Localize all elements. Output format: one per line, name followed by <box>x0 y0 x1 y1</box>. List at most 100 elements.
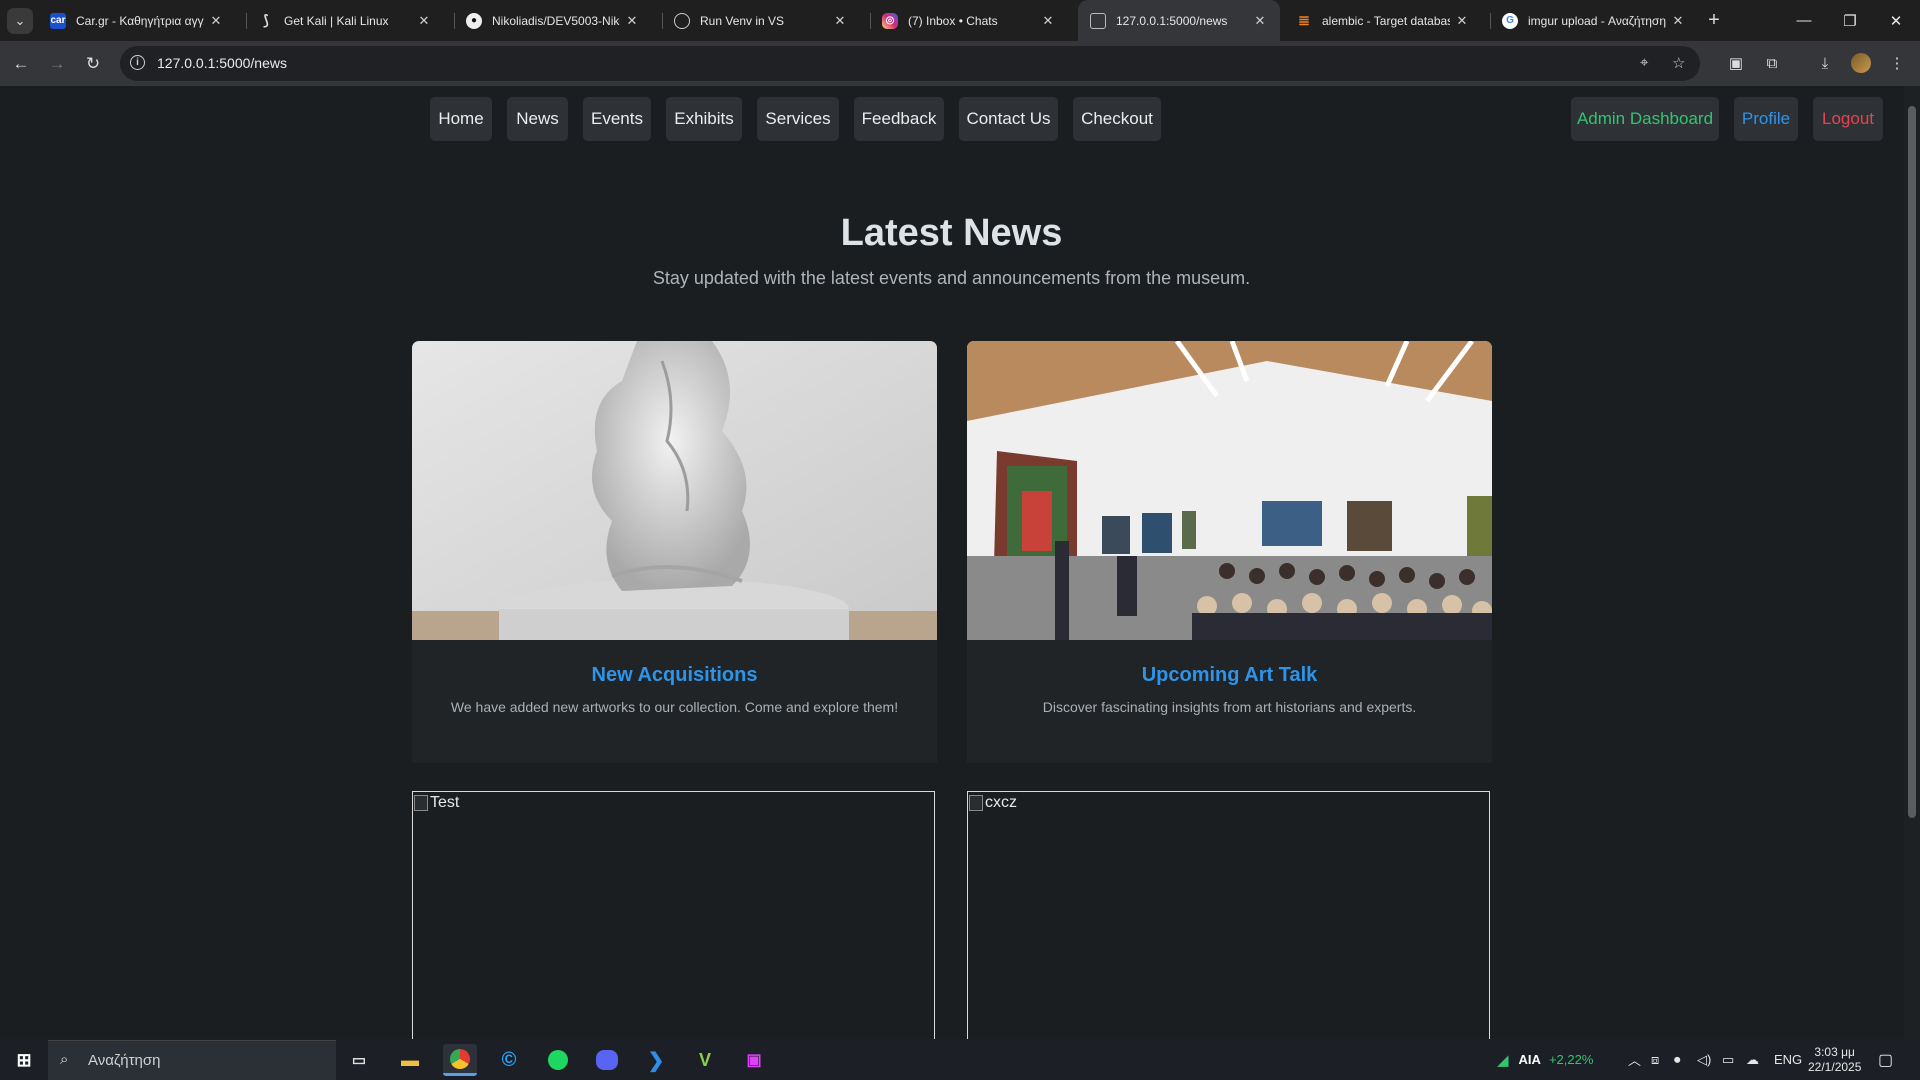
file-explorer-icon[interactable]: ▬ <box>393 1044 427 1076</box>
browser-tab[interactable]: Run Venv in VS ✕ <box>662 0 860 41</box>
stock-trend-icon: ◢ <box>1497 1051 1509 1069</box>
camera-icon: ⧈ <box>1651 1051 1660 1067</box>
network-icon[interactable]: ▭ <box>1722 1039 1734 1080</box>
browser-tab[interactable]: ⟆ Get Kali | Kali Linux ✕ <box>246 0 444 41</box>
search-icon: ⌕ <box>60 1051 69 1068</box>
minimize-button[interactable]: — <box>1781 0 1827 41</box>
nav-link-news[interactable]: News <box>507 97 568 141</box>
nav-link-exhibits[interactable]: Exhibits <box>666 97 742 141</box>
browser-tab[interactable]: ≣ alembic - Target database ✕ <box>1284 0 1482 41</box>
image-alt-text: Test <box>430 794 460 811</box>
arrow-right-icon: → <box>48 54 66 73</box>
stock-widget[interactable]: ◢ AIA +2,22% <box>1497 1039 1593 1080</box>
browser-tab[interactable]: ◎ (7) Inbox • Chats ✕ <box>870 0 1068 41</box>
visual-paradigm-icon[interactable]: V <box>688 1044 722 1076</box>
bookmark-star-icon[interactable]: ☆ <box>1672 54 1685 72</box>
language-indicator[interactable]: ENG <box>1774 1039 1802 1080</box>
globe-icon <box>674 12 690 29</box>
browser-tab[interactable]: G imgur upload - Αναζήτηση ✕ <box>1490 0 1698 41</box>
back-button[interactable]: ← <box>10 53 32 75</box>
nav-link-contact-us[interactable]: Contact Us <box>959 97 1058 141</box>
stock-change: +2,22% <box>1548 1052 1594 1067</box>
clock[interactable]: 3:03 μμ 22/1/2025 <box>1808 1039 1861 1080</box>
nav-link-checkout[interactable]: Checkout <box>1073 97 1161 141</box>
broken-image-icon <box>969 795 983 811</box>
close-tab-icon[interactable]: ✕ <box>1036 13 1060 29</box>
spotify-icon[interactable] <box>541 1044 575 1076</box>
broken-image-icon <box>414 795 428 811</box>
datagrip-icon[interactable]: ▣ <box>737 1044 771 1076</box>
cursor-c-icon[interactable]: © <box>492 1044 526 1076</box>
site-info-icon[interactable]: i <box>130 55 145 70</box>
speaker-icon[interactable]: ◁) <box>1697 1039 1711 1080</box>
close-tab-icon[interactable]: ✕ <box>1248 13 1272 29</box>
browser-tab[interactable]: car Car.gr - Καθηγήτρια αγγλικών ✕ <box>38 0 236 41</box>
image-alt-text: cxcz <box>985 794 1017 811</box>
car-gr-icon: car <box>50 12 66 29</box>
news-image-gallery-talk <box>967 341 1492 640</box>
nav-link-events[interactable]: Events <box>583 97 651 141</box>
taskbar-search-box[interactable]: ⌕ Αναζήτηση <box>48 1040 336 1080</box>
address-bar[interactable]: i 127.0.0.1:5000/news ⌖ ☆ <box>120 46 1700 81</box>
browser-tab-active[interactable]: 127.0.0.1:5000/news ✕ <box>1078 0 1280 41</box>
nav-link-home[interactable]: Home <box>430 97 492 141</box>
discord-icon[interactable] <box>590 1044 624 1076</box>
download-icon[interactable]: ⤓ <box>1814 52 1836 74</box>
nav-link-services[interactable]: Services <box>757 97 839 141</box>
tab-search-dropdown[interactable]: ⌄ <box>7 8 33 34</box>
news-card: Upcoming Art Talk Discover fascinating i… <box>967 341 1492 763</box>
windows-taskbar: ⊞ ⌕ Αναζήτηση ▭ ▬ © ❯ V ▣ ◢ AIA +2,22% ︿… <box>0 1039 1920 1080</box>
close-tab-icon[interactable]: ✕ <box>828 13 852 29</box>
new-tab-button[interactable]: + <box>1702 8 1726 32</box>
reload-icon: ↻ <box>85 54 101 73</box>
github-icon: ● <box>466 12 482 29</box>
broken-image: Test <box>414 794 459 812</box>
tray-app-icon[interactable]: ⧈ <box>1651 1039 1659 1080</box>
task-view-icon[interactable]: ▭ <box>342 1044 376 1076</box>
tab-title: Run Venv in VS <box>700 13 785 28</box>
close-tab-icon[interactable]: ✕ <box>412 13 436 29</box>
browser-tab[interactable]: ● Nikoliadis/DEV5003-Nikoliadis ✕ <box>454 0 652 41</box>
card-text: Discover fascinating insights from art h… <box>1042 699 1417 715</box>
page-scrollbar[interactable] <box>1904 86 1920 1039</box>
extensions-puzzle-icon[interactable]: ⧉ <box>1761 52 1783 74</box>
close-tab-icon[interactable]: ✕ <box>1666 13 1690 29</box>
onedrive-icon[interactable]: ☁ <box>1746 1039 1759 1080</box>
restore-button[interactable]: ❐ <box>1827 0 1873 41</box>
forward-button[interactable]: → <box>46 53 68 75</box>
reload-button[interactable]: ↻ <box>82 53 104 75</box>
chevron-up-icon: ︿ <box>1628 1053 1642 1068</box>
close-tab-icon[interactable]: ✕ <box>620 13 644 29</box>
windows-start-icon[interactable]: ⊞ <box>7 1044 41 1076</box>
notifications-icon[interactable]: ▢ <box>1878 1039 1893 1080</box>
show-hidden-icons-button[interactable]: ︿ <box>1628 1039 1641 1080</box>
tab-title: imgur upload - Αναζήτηση <box>1528 13 1666 28</box>
extension-h-icon[interactable]: ▣ <box>1725 52 1747 74</box>
close-tab-icon[interactable]: ✕ <box>1450 13 1474 29</box>
location-pin-icon[interactable]: ⌖ <box>1640 54 1648 71</box>
tab-title: (7) Inbox • Chats <box>908 13 998 28</box>
tab-title: Car.gr - Καθηγήτρια αγγλικών <box>76 13 204 28</box>
cloud-icon: ☁ <box>1746 1051 1759 1067</box>
news-card: Test <box>412 791 935 1039</box>
microphone-icon[interactable]: ⏺ <box>1674 1039 1681 1080</box>
nav-link-logout[interactable]: Logout <box>1813 97 1883 141</box>
kali-icon: ⟆ <box>263 12 269 28</box>
close-window-button[interactable]: ✕ <box>1873 0 1919 41</box>
volume-icon: ◁) <box>1697 1051 1712 1067</box>
nav-link-admin-dashboard[interactable]: Admin Dashboard <box>1571 97 1719 141</box>
menu-kebab-icon[interactable]: ⋮ <box>1886 52 1908 74</box>
mic-glyph-icon: ⏺ <box>1674 1051 1681 1067</box>
close-tab-icon[interactable]: ✕ <box>204 13 228 29</box>
card-title[interactable]: New Acquisitions <box>412 664 937 687</box>
profile-avatar-icon[interactable] <box>1850 52 1872 74</box>
url-text[interactable]: 127.0.0.1:5000/news <box>157 55 287 71</box>
nav-link-feedback[interactable]: Feedback <box>854 97 944 141</box>
scrollbar-thumb[interactable] <box>1908 106 1916 818</box>
card-title[interactable]: Upcoming Art Talk <box>967 664 1492 687</box>
tab-title: Get Kali | Kali Linux <box>284 13 389 28</box>
chrome-icon[interactable] <box>443 1044 477 1076</box>
vscode-icon[interactable]: ❯ <box>639 1044 673 1076</box>
nav-link-profile[interactable]: Profile <box>1734 97 1798 141</box>
minimize-icon: — <box>1796 12 1812 29</box>
